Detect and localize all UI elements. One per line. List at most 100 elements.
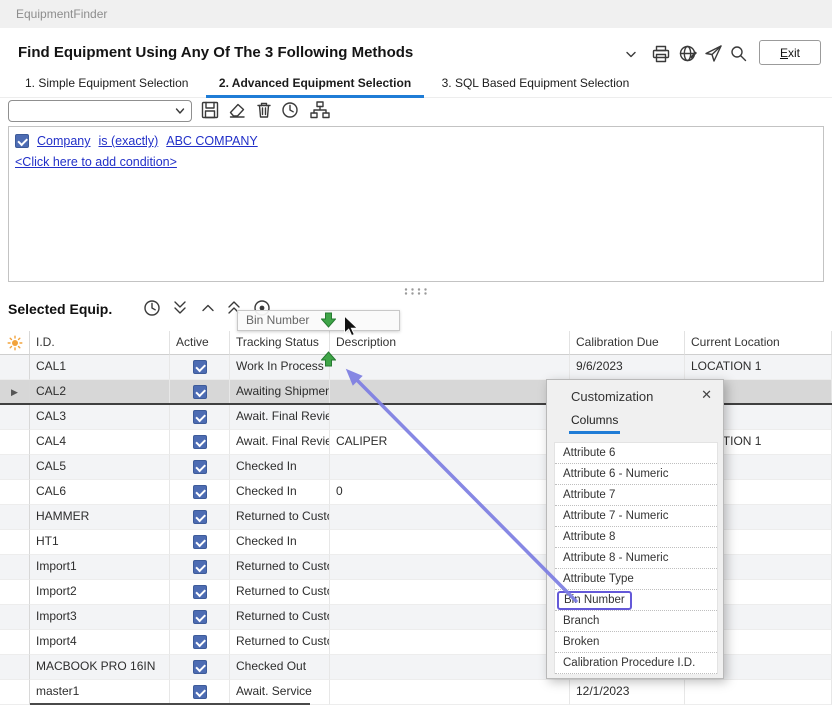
- exit-button[interactable]: Exit: [759, 40, 821, 65]
- column-header-calibration-due[interactable]: Calibration Due: [570, 331, 685, 355]
- condition-checkbox[interactable]: [15, 134, 29, 148]
- cell-current-location[interactable]: LOCATION 1: [685, 355, 832, 380]
- print-preview-icon[interactable]: [678, 44, 700, 66]
- history-icon[interactable]: [280, 100, 300, 120]
- active-checkbox[interactable]: [193, 585, 207, 599]
- chevron-up-icon[interactable]: [198, 298, 218, 318]
- cell-tracking-status[interactable]: Returned to Customer: [230, 505, 330, 530]
- cell-tracking-status[interactable]: Checked In: [230, 480, 330, 505]
- cell-tracking-status[interactable]: Await. Service: [230, 680, 330, 705]
- cell-tracking-status[interactable]: Checked Out: [230, 655, 330, 680]
- cell-tracking-status[interactable]: Returned to Customer: [230, 630, 330, 655]
- cell-description[interactable]: [330, 580, 570, 605]
- chevron-down-icon[interactable]: [623, 47, 645, 69]
- active-checkbox[interactable]: [193, 460, 207, 474]
- cell-active[interactable]: [170, 355, 230, 380]
- column-header-description[interactable]: Description: [330, 331, 570, 355]
- cell-description[interactable]: [330, 530, 570, 555]
- cell-active[interactable]: [170, 530, 230, 555]
- cell-active[interactable]: [170, 680, 230, 705]
- printer-icon[interactable]: [651, 44, 673, 66]
- active-checkbox[interactable]: [193, 385, 207, 399]
- cell-description[interactable]: [330, 355, 570, 380]
- add-condition-link[interactable]: <Click here to add condition>: [15, 155, 177, 169]
- cell-active[interactable]: [170, 505, 230, 530]
- save-icon[interactable]: [200, 100, 220, 120]
- cell-description[interactable]: [330, 405, 570, 430]
- cell-current-location[interactable]: [685, 680, 832, 705]
- history-icon[interactable]: [142, 298, 162, 318]
- hierarchy-icon[interactable]: [309, 100, 329, 120]
- active-checkbox[interactable]: [193, 660, 207, 674]
- tab-advanced-selection[interactable]: 2. Advanced Equipment Selection: [206, 71, 424, 98]
- cell-description[interactable]: [330, 680, 570, 705]
- active-checkbox[interactable]: [193, 685, 207, 699]
- cell-tracking-status[interactable]: Returned to Customer: [230, 605, 330, 630]
- cell-tracking-status[interactable]: Work In Process: [230, 355, 330, 380]
- cell-tracking-status[interactable]: Checked In: [230, 455, 330, 480]
- column-header-current-location[interactable]: Current Location: [685, 331, 832, 355]
- search-icon[interactable]: [729, 44, 751, 66]
- close-icon[interactable]: ✕: [701, 387, 712, 403]
- cell-id[interactable]: Import1: [30, 555, 170, 580]
- cell-active[interactable]: [170, 655, 230, 680]
- tab-sql-selection[interactable]: 3. SQL Based Equipment Selection: [429, 71, 643, 98]
- cell-id[interactable]: Import2: [30, 580, 170, 605]
- send-icon[interactable]: [704, 44, 726, 66]
- list-item[interactable]: Attribute 7: [555, 485, 717, 506]
- tab-simple-selection[interactable]: 1. Simple Equipment Selection: [12, 71, 201, 98]
- cell-id[interactable]: CAL6: [30, 480, 170, 505]
- list-item[interactable]: Broken: [555, 632, 717, 653]
- cell-id[interactable]: HAMMER: [30, 505, 170, 530]
- list-item[interactable]: Attribute Type: [555, 569, 717, 590]
- active-checkbox[interactable]: [193, 510, 207, 524]
- cell-calibration-due[interactable]: 9/6/2023: [570, 355, 685, 380]
- cell-description[interactable]: [330, 555, 570, 580]
- cell-description[interactable]: [330, 455, 570, 480]
- cell-active[interactable]: [170, 630, 230, 655]
- cell-description[interactable]: [330, 655, 570, 680]
- table-row[interactable]: CAL1Work In Process9/6/2023LOCATION 1: [0, 355, 832, 380]
- list-item[interactable]: Attribute 7 - Numeric: [555, 506, 717, 527]
- double-chevron-down-icon[interactable]: [170, 298, 190, 318]
- cell-id[interactable]: Import3: [30, 605, 170, 630]
- list-item[interactable]: Bin Number: [555, 590, 717, 611]
- cell-tracking-status[interactable]: Returned to Customer: [230, 555, 330, 580]
- cell-description[interactable]: [330, 605, 570, 630]
- cell-description[interactable]: CALIPER: [330, 430, 570, 455]
- list-item[interactable]: Calibration Procedure I.D.: [555, 653, 717, 674]
- filter-combobox[interactable]: [8, 100, 192, 122]
- condition-operator-link[interactable]: is (exactly): [99, 134, 159, 148]
- cell-active[interactable]: [170, 455, 230, 480]
- cell-tracking-status[interactable]: Awaiting Shipment: [230, 380, 330, 403]
- cell-active[interactable]: [170, 430, 230, 455]
- list-item[interactable]: Branch: [555, 611, 717, 632]
- cell-active[interactable]: [170, 555, 230, 580]
- active-checkbox[interactable]: [193, 560, 207, 574]
- tab-columns[interactable]: Columns: [569, 413, 620, 434]
- cell-active[interactable]: [170, 380, 230, 403]
- cell-active[interactable]: [170, 580, 230, 605]
- drag-ghost-header[interactable]: Bin Number: [237, 310, 400, 331]
- column-header-tracking-status[interactable]: Tracking Status: [230, 331, 330, 355]
- grid-options-cell[interactable]: [0, 331, 30, 355]
- cell-active[interactable]: [170, 605, 230, 630]
- cell-tracking-status[interactable]: Returned to Customer: [230, 580, 330, 605]
- cell-description[interactable]: 0: [330, 480, 570, 505]
- cell-id[interactable]: CAL5: [30, 455, 170, 480]
- column-header-active[interactable]: Active: [170, 331, 230, 355]
- cell-calibration-due[interactable]: 12/1/2023: [570, 680, 685, 705]
- cell-description[interactable]: [330, 505, 570, 530]
- active-checkbox[interactable]: [193, 635, 207, 649]
- condition-value-link[interactable]: ABC COMPANY: [166, 134, 257, 148]
- active-checkbox[interactable]: [193, 485, 207, 499]
- cell-tracking-status[interactable]: Await. Final Review: [230, 405, 330, 430]
- cell-active[interactable]: [170, 405, 230, 430]
- cell-id[interactable]: CAL3: [30, 405, 170, 430]
- list-item[interactable]: Attribute 6: [555, 443, 717, 464]
- list-item[interactable]: Attribute 6 - Numeric: [555, 464, 717, 485]
- eraser-icon[interactable]: [227, 100, 247, 120]
- active-checkbox[interactable]: [193, 410, 207, 424]
- cell-id[interactable]: MACBOOK PRO 16IN: [30, 655, 170, 680]
- trash-icon[interactable]: [254, 100, 274, 120]
